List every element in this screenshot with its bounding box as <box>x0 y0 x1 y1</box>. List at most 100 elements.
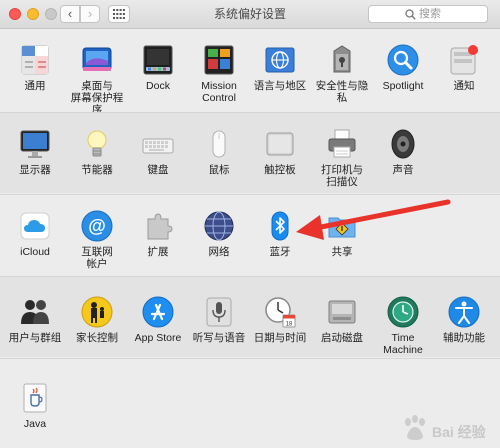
pref-keyboard[interactable]: 键盘 <box>127 127 189 176</box>
language-region-icon <box>263 43 297 77</box>
minimize-button[interactable] <box>27 8 39 20</box>
parental-controls-icon <box>80 295 114 329</box>
svg-text:@: @ <box>88 216 106 236</box>
pref-label: 触控板 <box>264 164 296 176</box>
pref-label: 桌面与 屏幕保护程序 <box>70 80 124 116</box>
pref-desktop[interactable]: 桌面与 屏幕保护程序 <box>66 43 128 116</box>
bluetooth-icon <box>263 209 297 243</box>
app-store-icon <box>141 295 175 329</box>
search-icon <box>405 9 416 20</box>
pref-label: 辅助功能 <box>443 332 485 344</box>
window-title: 系统偏好设置 <box>213 7 286 21</box>
mission-control-icon <box>202 43 236 77</box>
pref-date-time[interactable]: 18 日期与时间 <box>249 295 311 344</box>
security-icon <box>325 43 359 77</box>
pref-general[interactable]: 通用 <box>4 43 66 92</box>
mouse-icon <box>202 127 236 161</box>
pref-parental-controls[interactable]: 家长控制 <box>66 295 128 344</box>
users-groups-icon <box>18 295 52 329</box>
keyboard-icon <box>141 127 175 161</box>
pref-label: 共享 <box>331 246 353 258</box>
pref-label: 节能器 <box>81 164 113 176</box>
startup-disk-icon <box>325 295 359 329</box>
pref-row-hardware: 显示器 节能器 键盘 鼠标 触控板 打印机与 扫描仪 声音 <box>0 113 500 193</box>
pref-security[interactable]: 安全性与隐私 <box>311 43 373 104</box>
pref-bluetooth[interactable]: 蓝牙 <box>249 209 311 258</box>
pref-display[interactable]: 显示器 <box>4 127 66 176</box>
pref-row-system: 用户与群组 家长控制 App Store 听写与语音 18 日期与时间 启动磁盘… <box>0 277 500 357</box>
pref-label: 鼠标 <box>208 164 230 176</box>
pref-label: 显示器 <box>19 164 51 176</box>
pref-sharing[interactable]: 共享 <box>311 209 373 258</box>
close-button[interactable] <box>9 8 21 20</box>
search-input[interactable] <box>419 7 479 21</box>
pref-startup-disk[interactable]: 启动磁盘 <box>311 295 373 344</box>
pref-row-other: Java Bai 经验 <box>0 359 500 448</box>
pref-label: 安全性与隐私 <box>315 80 369 104</box>
pref-label: Time Machine <box>383 332 423 356</box>
pref-label: 通知 <box>453 80 475 92</box>
pref-language-region[interactable]: 语言与地区 <box>249 43 311 92</box>
pref-time-machine[interactable]: Time Machine <box>372 295 434 356</box>
sharing-icon <box>325 209 359 243</box>
sound-icon <box>386 127 420 161</box>
pref-dock[interactable]: Dock <box>127 43 189 92</box>
pref-label: 键盘 <box>147 164 169 176</box>
title-bar: ‹ › 系统偏好设置 <box>0 0 500 29</box>
pref-label: 用户与群组 <box>8 332 62 344</box>
pref-label: 启动磁盘 <box>321 332 363 344</box>
printer-icon <box>325 127 359 161</box>
pref-label: 蓝牙 <box>269 246 291 258</box>
notifications-icon <box>447 43 481 77</box>
pref-java[interactable]: Java <box>4 381 66 430</box>
pref-label: 互联网 帐户 <box>81 246 113 270</box>
pref-users-groups[interactable]: 用户与群组 <box>4 295 66 344</box>
show-all-button[interactable] <box>108 5 130 23</box>
zoom-button[interactable] <box>45 8 57 20</box>
pref-label: 扩展 <box>147 246 169 258</box>
pref-sound[interactable]: 声音 <box>372 127 434 176</box>
pref-label: 日期与时间 <box>253 332 307 344</box>
extensions-icon <box>141 209 175 243</box>
spotlight-icon <box>386 43 420 77</box>
pref-trackpad[interactable]: 触控板 <box>249 127 311 176</box>
general-icon <box>18 43 52 77</box>
pref-spotlight[interactable]: Spotlight <box>372 43 434 92</box>
pref-internet-accounts[interactable]: @ 互联网 帐户 <box>66 209 128 270</box>
forward-button[interactable]: › <box>80 5 100 23</box>
network-icon <box>202 209 236 243</box>
accessibility-icon <box>447 295 481 329</box>
pref-app-store[interactable]: App Store <box>127 295 189 344</box>
pref-label: Java <box>23 418 47 430</box>
pref-notifications[interactable]: 通知 <box>433 43 495 92</box>
pref-label: 网络 <box>208 246 230 258</box>
pref-label: iCloud <box>20 246 50 258</box>
pref-icloud[interactable]: iCloud <box>4 209 66 258</box>
pref-printers[interactable]: 打印机与 扫描仪 <box>311 127 373 188</box>
pref-dictation[interactable]: 听写与语音 <box>188 295 250 344</box>
back-button[interactable]: ‹ <box>60 5 80 23</box>
pref-extensions[interactable]: 扩展 <box>127 209 189 258</box>
internet-accounts-icon: @ <box>80 209 114 243</box>
grid-icon <box>113 9 125 19</box>
pref-label: Dock <box>146 80 170 92</box>
trackpad-icon <box>263 127 297 161</box>
pref-accessibility[interactable]: 辅助功能 <box>433 295 495 344</box>
pref-mouse[interactable]: 鼠标 <box>188 127 250 176</box>
pref-network[interactable]: 网络 <box>188 209 250 258</box>
dock-icon <box>141 43 175 77</box>
pref-row-personal: 通用 桌面与 屏幕保护程序 Dock Mission Control 语言与地区… <box>0 29 500 116</box>
pref-label: 家长控制 <box>76 332 118 344</box>
pref-label: 声音 <box>392 164 414 176</box>
baidu-paw-icon <box>405 415 425 440</box>
pref-mission-control[interactable]: Mission Control <box>188 43 250 104</box>
watermark: Bai 经验 <box>402 414 494 444</box>
pref-energy-saver[interactable]: 节能器 <box>66 127 128 176</box>
search-field[interactable] <box>368 5 488 23</box>
energy-saver-icon <box>80 127 114 161</box>
pref-label: 打印机与 扫描仪 <box>321 164 363 188</box>
pref-label: Spotlight <box>382 80 424 92</box>
watermark-text: Bai 经验 <box>432 424 486 440</box>
pref-row-internet: iCloud @ 互联网 帐户 扩展 网络 蓝牙 共享 <box>0 195 500 275</box>
display-icon <box>18 127 52 161</box>
